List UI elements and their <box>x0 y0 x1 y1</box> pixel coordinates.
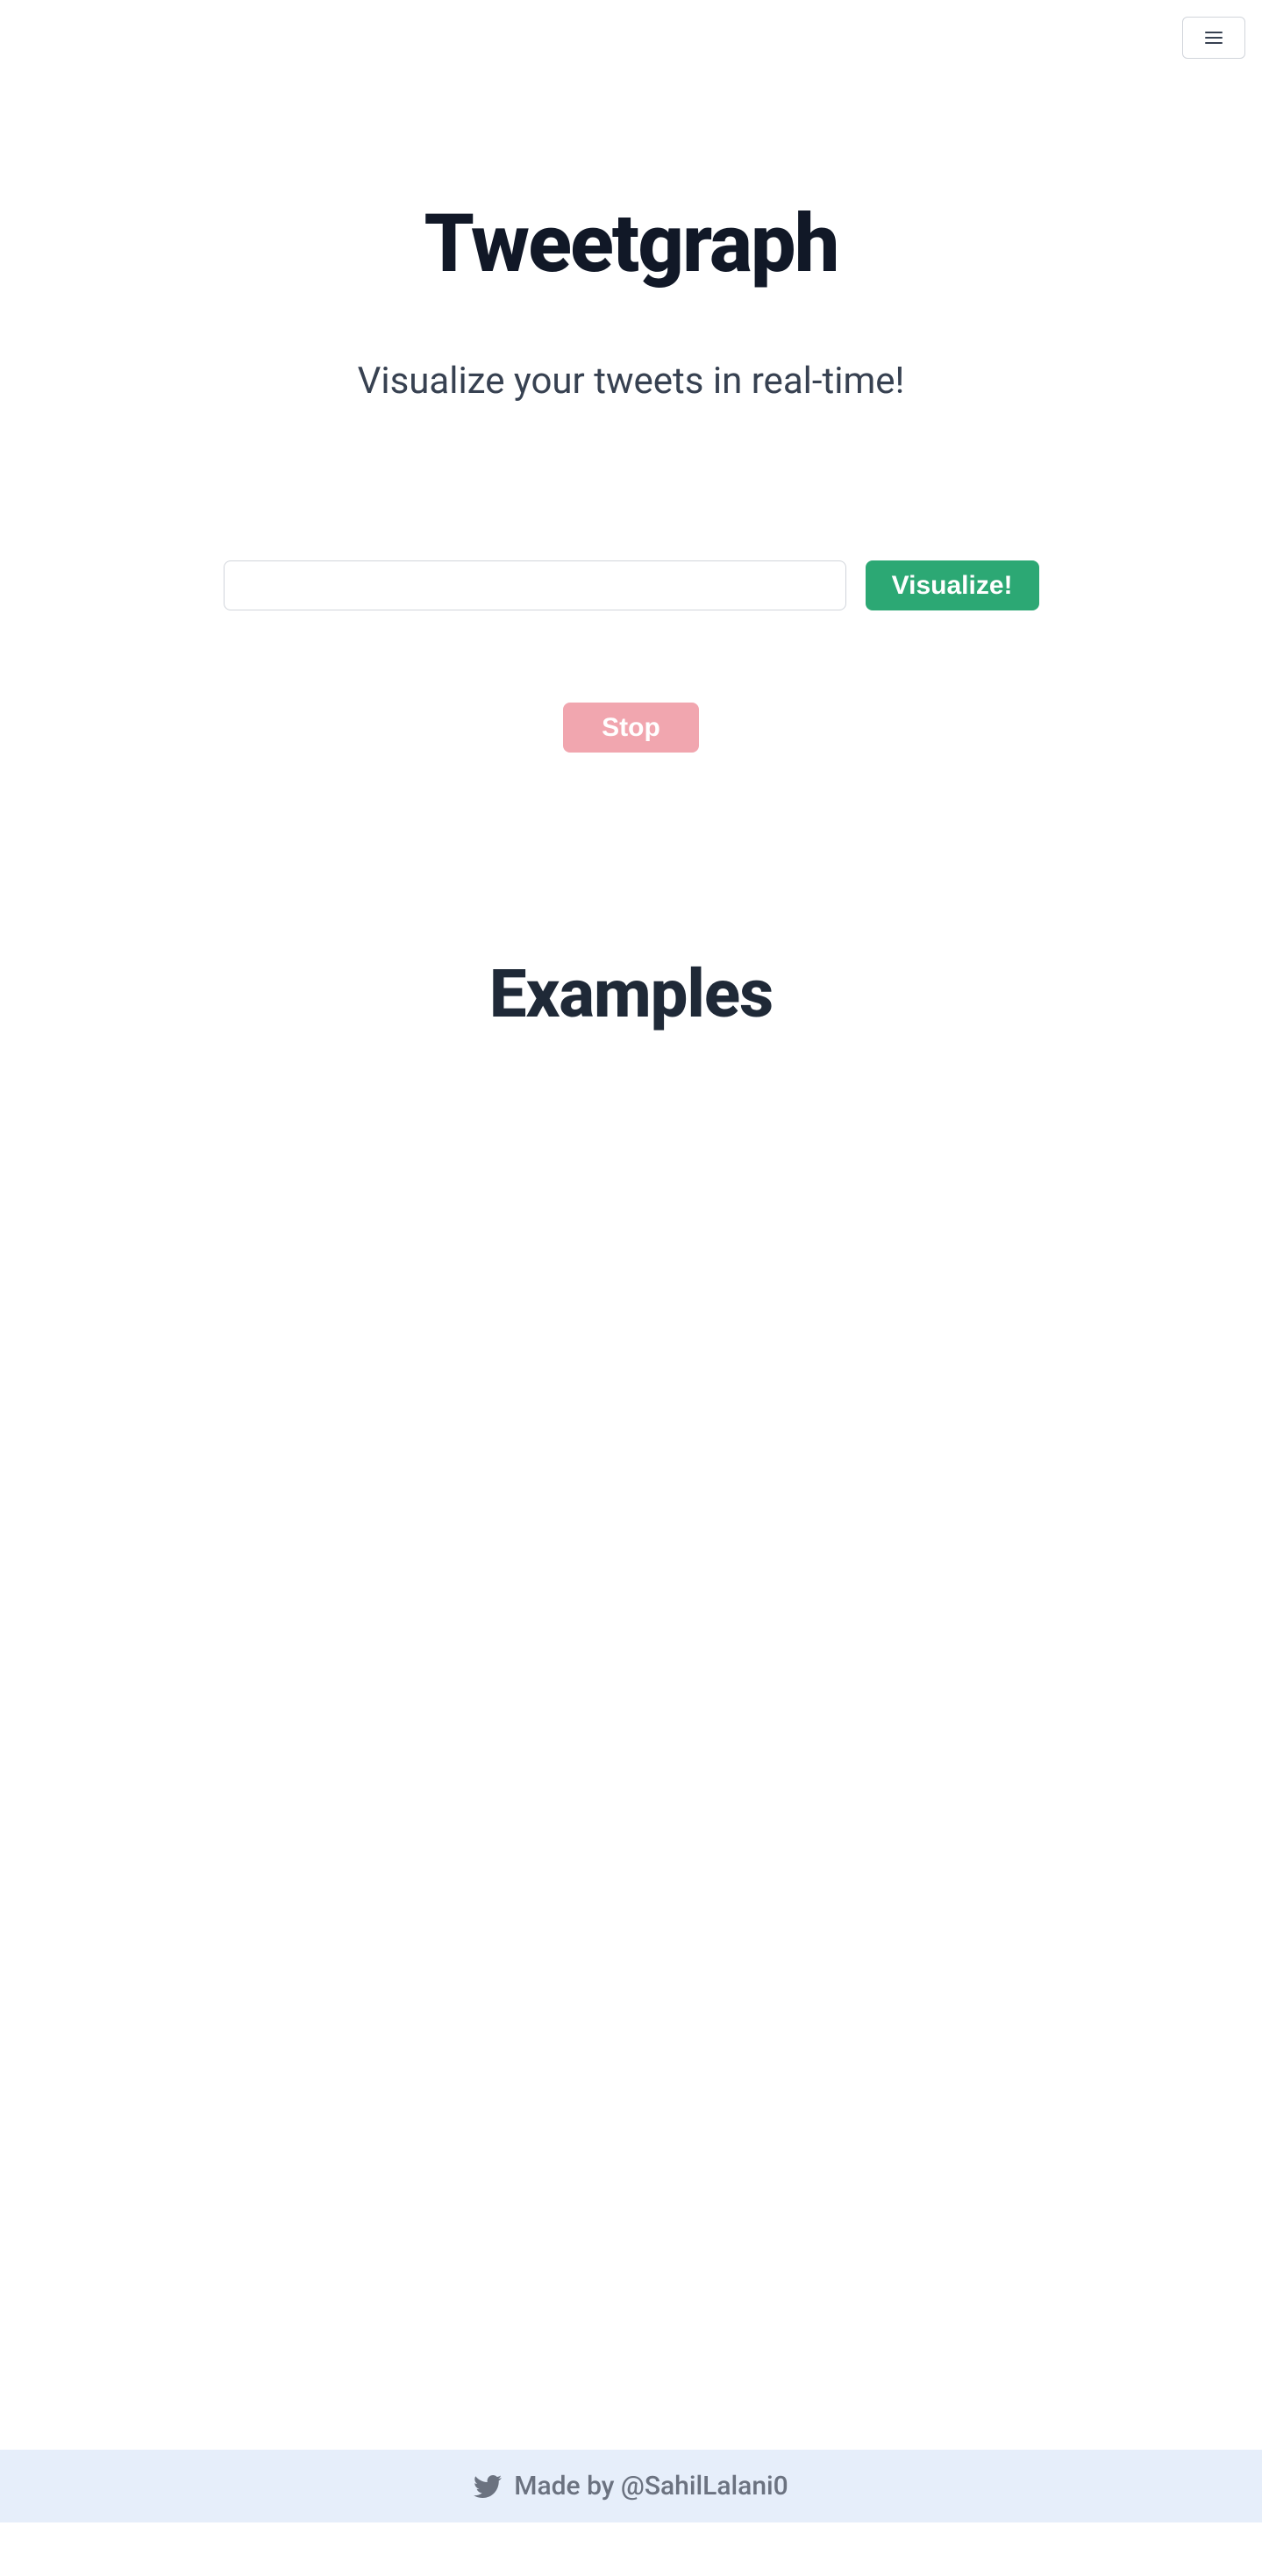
visualize-button[interactable]: Visualize! <box>866 560 1039 610</box>
page-title: Tweetgraph <box>424 197 838 291</box>
bottom-spacer <box>0 2522 1262 2576</box>
twitter-icon <box>474 2473 502 2501</box>
footer: Made by @SahilLalani0 <box>0 2450 1262 2522</box>
input-row: Visualize! <box>224 560 1039 610</box>
main-content: Tweetgraph Visualize your tweets in real… <box>0 0 1262 2055</box>
page-subtitle: Visualize your tweets in real-time! <box>358 360 905 403</box>
tweet-search-input[interactable] <box>224 560 846 610</box>
footer-credit-link[interactable]: Made by @SahilLalani0 <box>514 2471 788 2501</box>
hamburger-icon <box>1201 27 1226 48</box>
stop-button[interactable]: Stop <box>563 703 699 753</box>
menu-button[interactable] <box>1182 17 1245 59</box>
examples-heading: Examples <box>489 954 773 1033</box>
